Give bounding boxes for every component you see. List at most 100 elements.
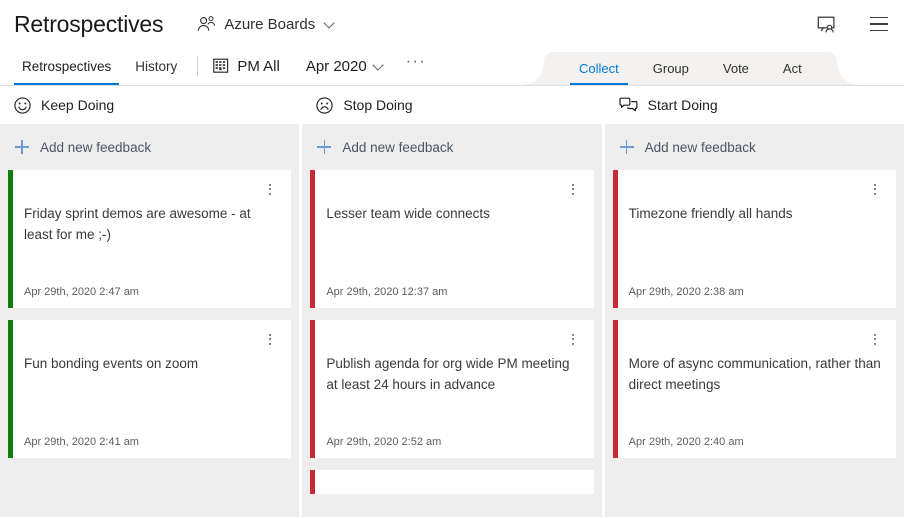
feedback-card[interactable]: [310, 470, 593, 494]
plus-icon: [620, 140, 634, 154]
card-header: [24, 180, 277, 198]
stage-tab-group-label: Group: [653, 61, 689, 76]
card-accent-bar: [310, 170, 315, 308]
retrospective-board: Keep Doing Add new feedback Friday sprin…: [0, 86, 904, 517]
board-picker[interactable]: PM All: [207, 47, 286, 85]
card-text: Lesser team wide connects: [326, 198, 579, 286]
present-screen-icon[interactable]: [812, 9, 842, 39]
hamburger-menu-icon[interactable]: [864, 9, 894, 39]
card-accent-bar: [8, 320, 13, 458]
stage-tab-collect[interactable]: Collect: [562, 52, 636, 85]
column-start-doing: Start Doing Add new feedback Timezone fr…: [605, 86, 904, 517]
column-header-start-doing: Start Doing: [605, 86, 904, 124]
toolbar-divider: [197, 56, 198, 76]
card-more-options-icon[interactable]: [868, 330, 882, 348]
card-list-stop-doing: Lesser team wide connects Apr 29th, 2020…: [310, 170, 593, 517]
smiley-sad-icon: [316, 97, 333, 114]
card-timestamp: Apr 29th, 2020 2:38 am: [629, 286, 882, 300]
plus-icon: [15, 140, 29, 154]
column-title-keep-doing: Keep Doing: [41, 97, 114, 113]
add-feedback-label: Add new feedback: [645, 140, 756, 155]
feedback-card[interactable]: Timezone friendly all hands Apr 29th, 20…: [613, 170, 896, 308]
header-actions: [812, 0, 894, 48]
stage-tab-list: Collect Group Vote Act: [544, 52, 837, 85]
card-header: [629, 180, 882, 198]
card-accent-bar: [613, 320, 618, 458]
card-text: More of async communication, rather than…: [629, 348, 882, 436]
card-timestamp: Apr 29th, 2020 2:52 am: [326, 436, 579, 450]
card-text: Fun bonding events on zoom: [24, 348, 277, 436]
feedback-card[interactable]: Fun bonding events on zoom Apr 29th, 202…: [8, 320, 291, 458]
column-keep-doing: Keep Doing Add new feedback Friday sprin…: [0, 86, 299, 517]
nav-tab-history[interactable]: History: [125, 47, 187, 85]
feedback-card[interactable]: Lesser team wide connects Apr 29th, 2020…: [310, 170, 593, 308]
chat-bubbles-icon: [619, 97, 638, 113]
date-picker-label: Apr 2020: [306, 58, 367, 75]
card-header: [24, 330, 277, 348]
add-feedback-keep-doing[interactable]: Add new feedback: [8, 124, 291, 170]
card-timestamp: Apr 29th, 2020 12:37 am: [326, 286, 579, 300]
card-accent-bar: [310, 470, 315, 494]
card-more-options-icon[interactable]: [868, 180, 882, 198]
stage-tab-group[interactable]: Group: [636, 52, 706, 85]
card-list-start-doing: Timezone friendly all hands Apr 29th, 20…: [613, 170, 896, 517]
smiley-happy-icon: [14, 97, 31, 114]
nav-tab-retrospectives-label: Retrospectives: [22, 59, 111, 74]
feedback-card[interactable]: More of async communication, rather than…: [613, 320, 896, 458]
column-body-stop-doing: Add new feedback Lesser team wide connec…: [302, 124, 601, 517]
plus-icon: [317, 140, 331, 154]
card-text: Publish agenda for org wide PM meeting a…: [326, 348, 579, 436]
stage-tab-vote-label: Vote: [723, 61, 749, 76]
stage-tab-act[interactable]: Act: [766, 52, 819, 85]
card-timestamp: Apr 29th, 2020 2:41 am: [24, 436, 277, 450]
add-feedback-label: Add new feedback: [40, 140, 151, 155]
card-list-keep-doing: Friday sprint demos are awesome - at lea…: [8, 170, 291, 517]
card-header: [326, 180, 579, 198]
app-header: Retrospectives Azure Boards: [0, 0, 904, 48]
column-stop-doing: Stop Doing Add new feedback Lesser team …: [302, 86, 601, 517]
board-grid-icon: [213, 58, 229, 74]
team-picker[interactable]: Azure Boards: [193, 9, 339, 39]
card-timestamp: Apr 29th, 2020 2:40 am: [629, 436, 882, 450]
nav-tab-history-label: History: [135, 59, 177, 74]
chevron-down-icon: [374, 61, 384, 71]
more-options-button[interactable]: ···: [398, 47, 434, 85]
add-feedback-start-doing[interactable]: Add new feedback: [613, 124, 896, 170]
nav-tab-list: Retrospectives History: [0, 47, 187, 85]
retrospectives-app: Retrospectives Azure Boards: [0, 0, 904, 518]
card-more-options-icon[interactable]: [263, 330, 277, 348]
card-accent-bar: [310, 320, 315, 458]
card-text: Timezone friendly all hands: [629, 198, 882, 286]
card-header: [326, 330, 579, 348]
page-title: Retrospectives: [14, 13, 163, 36]
stage-tab-collect-label: Collect: [579, 61, 619, 76]
card-more-options-icon[interactable]: [566, 330, 580, 348]
stage-tab-vote[interactable]: Vote: [706, 52, 766, 85]
people-team-icon: [197, 16, 216, 32]
sub-navigation-bar: Retrospectives History: [0, 48, 904, 86]
card-header: [629, 330, 882, 348]
hamburger-glyph: [870, 17, 888, 31]
stage-tab-act-label: Act: [783, 61, 802, 76]
column-body-keep-doing: Add new feedback Friday sprint demos are…: [0, 124, 299, 517]
add-feedback-label: Add new feedback: [342, 140, 453, 155]
date-picker[interactable]: Apr 2020: [300, 47, 390, 85]
column-header-keep-doing: Keep Doing: [0, 86, 299, 124]
team-picker-label: Azure Boards: [224, 16, 315, 33]
card-timestamp: Apr 29th, 2020 2:47 am: [24, 286, 277, 300]
chevron-down-icon: [325, 19, 335, 29]
card-accent-bar: [613, 170, 618, 308]
feedback-card[interactable]: Friday sprint demos are awesome - at lea…: [8, 170, 291, 308]
column-header-stop-doing: Stop Doing: [302, 86, 601, 124]
nav-tab-retrospectives[interactable]: Retrospectives: [12, 47, 121, 85]
feedback-card[interactable]: Publish agenda for org wide PM meeting a…: [310, 320, 593, 458]
add-feedback-stop-doing[interactable]: Add new feedback: [310, 124, 593, 170]
column-title-stop-doing: Stop Doing: [343, 97, 412, 113]
card-text: Friday sprint demos are awesome - at lea…: [24, 198, 277, 286]
column-title-start-doing: Start Doing: [648, 97, 718, 113]
card-accent-bar: [8, 170, 13, 308]
board-picker-label: PM All: [237, 58, 280, 75]
column-body-start-doing: Add new feedback Timezone friendly all h…: [605, 124, 904, 517]
card-more-options-icon[interactable]: [263, 180, 277, 198]
card-more-options-icon[interactable]: [566, 180, 580, 198]
